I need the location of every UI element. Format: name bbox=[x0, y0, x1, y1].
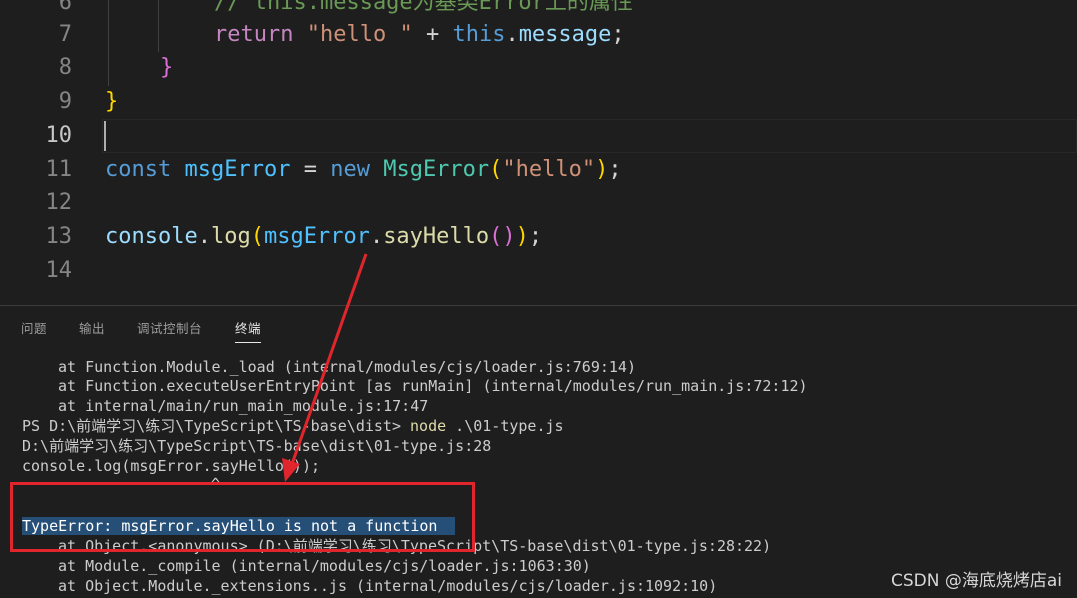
code-text: const msgError = new MsgError("hello"); bbox=[105, 157, 622, 182]
tab-terminal[interactable]: 终端 bbox=[235, 318, 262, 343]
line-number: 6 bbox=[58, 0, 72, 15]
code-line-11: 11 const msgError = new MsgError("hello"… bbox=[0, 153, 1077, 187]
line-number: 8 bbox=[58, 55, 72, 80]
terminal-line: at Function.Module._load (internal/modul… bbox=[58, 358, 636, 376]
terminal-output[interactable]: at Function.Module._load (internal/modul… bbox=[0, 351, 1077, 598]
terminal-line: at internal/main/run_main_module.js:17:4… bbox=[58, 397, 429, 415]
code-line-10: 10 bbox=[0, 119, 1077, 153]
line-number: 12 bbox=[45, 190, 73, 215]
tab-debug-console[interactable]: 调试控制台 bbox=[137, 318, 202, 337]
annotation-highlight-box bbox=[10, 482, 475, 552]
code-comment: // this.message为基类Error上的属性 bbox=[214, 0, 633, 15]
line-number: 7 bbox=[58, 22, 72, 47]
terminal-line: at Function.executeUserEntryPoint [as ru… bbox=[58, 377, 808, 395]
panel-tab-bar: 问题 输出 调试控制台 终端 bbox=[0, 305, 1077, 352]
code-text: console.log(msgError.sayHello()); bbox=[105, 224, 543, 249]
code-brace: } bbox=[105, 89, 119, 114]
code-line-9: 9 } bbox=[0, 85, 1077, 119]
code-line-13: 13 console.log(msgError.sayHello()); bbox=[0, 220, 1077, 254]
tab-problems[interactable]: 问题 bbox=[21, 318, 47, 337]
tab-output[interactable]: 输出 bbox=[79, 318, 105, 337]
stack-line: at Object.Module._extensions..js (intern… bbox=[58, 577, 718, 595]
code-editor[interactable]: 6 // this.message为基类Error上的属性 7 return "… bbox=[0, 0, 1077, 305]
terminal-prompt-line: PS D:\前端学习\练习\TypeScript\TS-base\dist> n… bbox=[22, 417, 564, 435]
code-brace: } bbox=[160, 55, 174, 80]
code-line-14: 14 bbox=[0, 254, 1077, 288]
line-number: 14 bbox=[45, 258, 73, 283]
code-text: return "hello " + this.message; bbox=[214, 22, 625, 47]
line-number: 11 bbox=[45, 157, 73, 182]
watermark: CSDN @海底烧烤店ai bbox=[890, 571, 1062, 591]
code-line-6: 6 // this.message为基类Error上的属性 bbox=[0, 0, 1077, 20]
stack-line: at Module._compile (internal/modules/cjs… bbox=[58, 557, 591, 575]
code-line-8: 8 } bbox=[0, 51, 1077, 85]
line-number: 13 bbox=[45, 224, 73, 249]
line-number: 9 bbox=[58, 89, 72, 114]
code-line-12: 12 bbox=[0, 186, 1077, 220]
line-number: 10 bbox=[45, 123, 73, 148]
code-line-7: 7 return "hello " + this.message; bbox=[0, 18, 1077, 52]
terminal-line: D:\前端学习\练习\TypeScript\TS-base\dist\01-ty… bbox=[22, 437, 492, 455]
terminal-line: console.log(msgError.sayHello()); bbox=[22, 457, 321, 475]
